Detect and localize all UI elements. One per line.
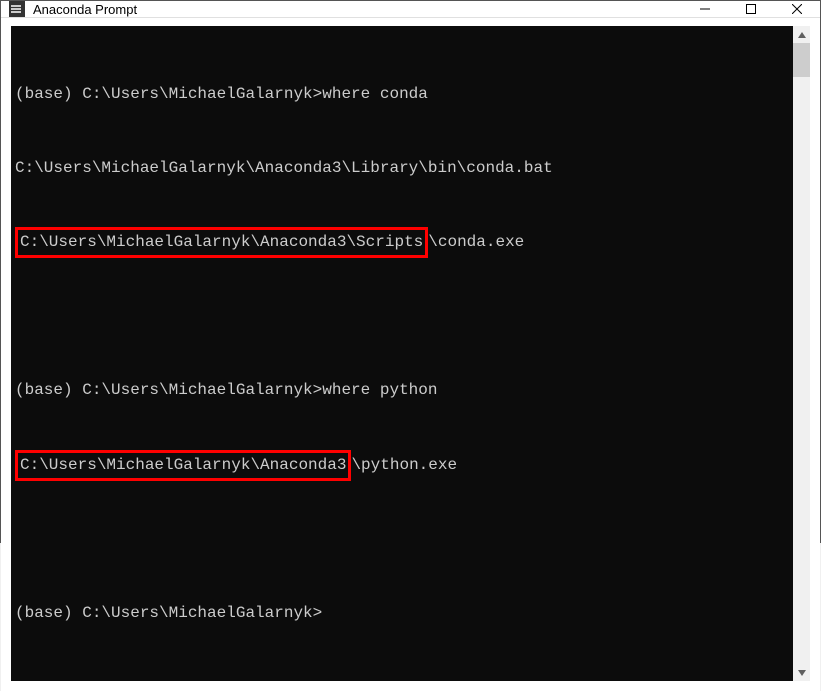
output-text: \conda.exe [428,233,524,251]
terminal-container: (base) C:\Users\MichaelGalarnyk>where co… [1,18,820,691]
highlighted-path: C:\Users\MichaelGalarnyk\Anaconda3\Scrip… [15,227,428,258]
highlighted-path: C:\Users\MichaelGalarnyk\Anaconda3 [15,450,351,481]
terminal-line: C:\Users\MichaelGalarnyk\Anaconda3\Libra… [15,156,789,181]
window-title: Anaconda Prompt [33,2,682,17]
prompt-text: (base) C:\Users\MichaelGalarnyk> [15,604,322,622]
scroll-up-arrow[interactable] [793,26,810,43]
maximize-button[interactable] [728,1,774,17]
terminal-line: (base) C:\Users\MichaelGalarnyk> [15,601,789,626]
scroll-thumb[interactable] [793,43,810,77]
command-text: where conda [322,85,428,103]
app-icon [9,1,25,17]
output-text: \python.exe [351,456,457,474]
window-controls [682,1,820,17]
command-text: where python [322,381,437,399]
terminal-output[interactable]: (base) C:\Users\MichaelGalarnyk>where co… [11,26,793,681]
terminal-line: C:\Users\MichaelGalarnyk\Anaconda3\pytho… [15,453,789,478]
minimize-button[interactable] [682,1,728,17]
terminal-line: (base) C:\Users\MichaelGalarnyk>where py… [15,378,789,403]
scroll-down-arrow[interactable] [793,664,810,681]
blank-line [15,305,789,329]
output-text: C:\Users\MichaelGalarnyk\Anaconda3\Libra… [15,159,553,177]
blank-line [15,527,789,551]
title-bar[interactable]: Anaconda Prompt [1,1,820,18]
vertical-scrollbar[interactable] [793,26,810,681]
prompt-text: (base) C:\Users\MichaelGalarnyk> [15,85,322,103]
terminal-line: (base) C:\Users\MichaelGalarnyk>where co… [15,82,789,107]
prompt-text: (base) C:\Users\MichaelGalarnyk> [15,381,322,399]
window-frame: Anaconda Prompt (base) C:\Users\MichaelG… [0,0,821,543]
close-button[interactable] [774,1,820,17]
terminal-line: C:\Users\MichaelGalarnyk\Anaconda3\Scrip… [15,230,789,255]
